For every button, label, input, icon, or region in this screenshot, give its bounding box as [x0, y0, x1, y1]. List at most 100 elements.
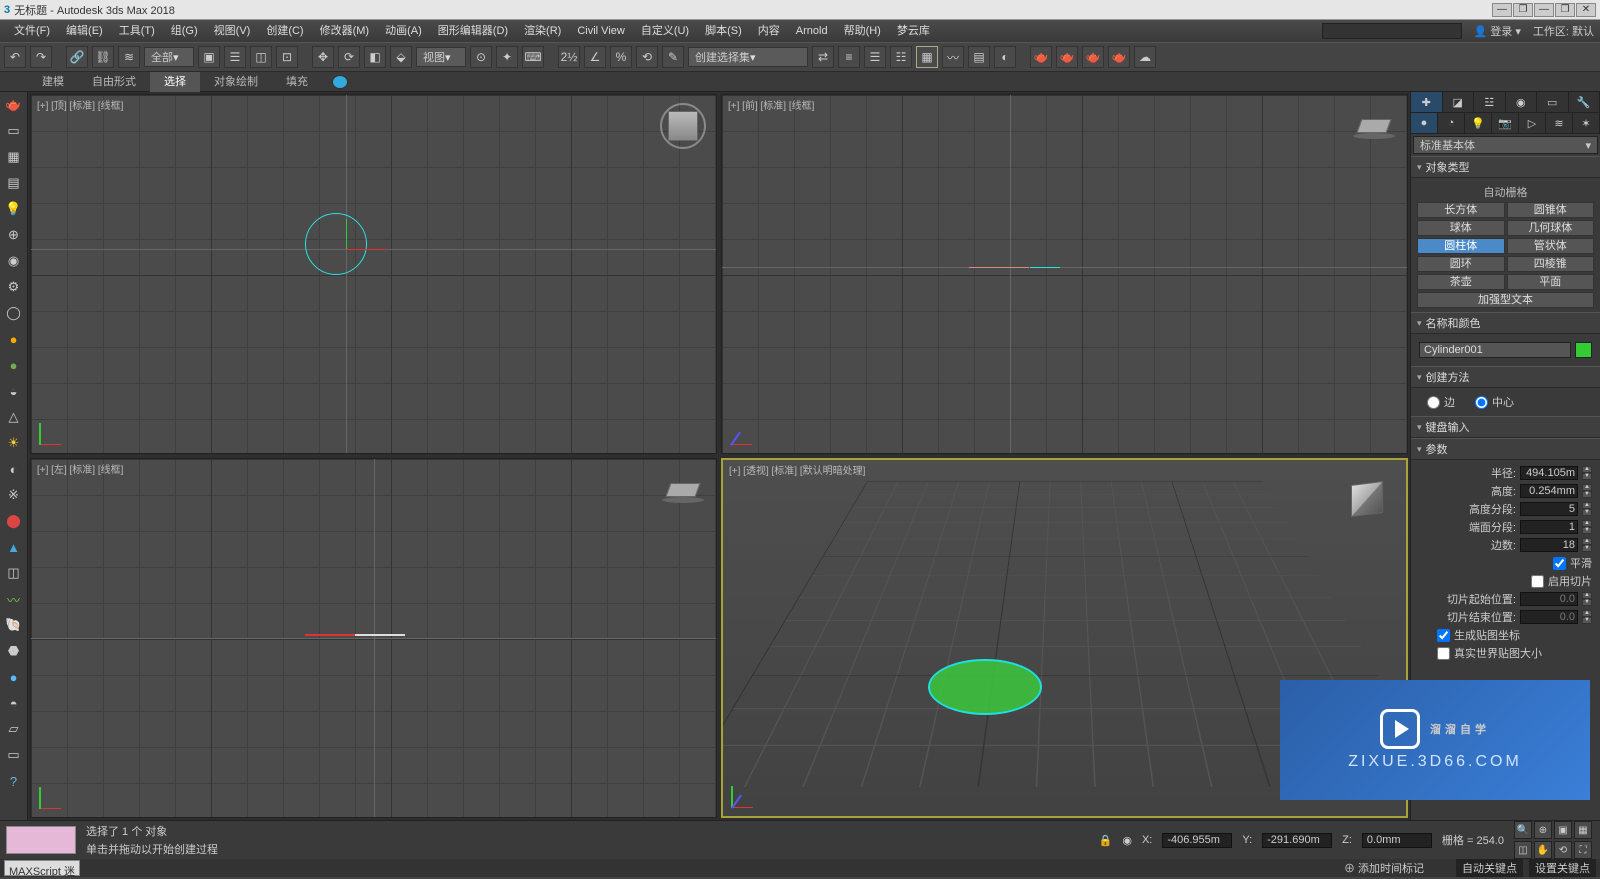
left-tool-26[interactable]: ▭ [3, 744, 25, 766]
left-tool-25[interactable]: ▱ [3, 718, 25, 740]
percent-snap-button[interactable]: % [610, 46, 632, 68]
select-rotate-button[interactable]: ⟳ [338, 46, 360, 68]
geometry-category-dropdown[interactable]: 标准基本体▾ [1413, 136, 1598, 154]
left-tool-09[interactable]: ◯ [3, 302, 25, 324]
nav-zoom-extents[interactable]: ▣ [1554, 821, 1572, 839]
left-tool-24[interactable]: ◓ [3, 692, 25, 714]
redo-button[interactable]: ↷ [30, 46, 52, 68]
spin-down-icon[interactable]: ▼ [1582, 473, 1592, 480]
ref-coord-dropdown[interactable]: 视图 ▾ [416, 47, 466, 67]
angle-snap-button[interactable]: ∠ [584, 46, 606, 68]
spin-up-icon[interactable]: ▲ [1582, 538, 1592, 545]
method-center-radio[interactable]: 中心 [1475, 394, 1514, 410]
nav-orbit[interactable]: ⟲ [1554, 841, 1572, 859]
addtime-tag-button[interactable]: ⊕ 添加时间标记 [1344, 860, 1424, 876]
spin-up-icon[interactable]: ▲ [1582, 520, 1592, 527]
search-input[interactable] [1322, 23, 1462, 39]
ribbon-tab-populate[interactable]: 填充 [272, 72, 322, 92]
viewport-persp-label[interactable]: [+] [透视] [标准] [默认明暗处理] [729, 462, 865, 477]
subcat-cameras[interactable]: 📷 [1492, 113, 1519, 133]
mdi-minimize-button[interactable]: — [1534, 3, 1554, 17]
nav-fov[interactable]: ◫ [1514, 841, 1532, 859]
mdi-restore-button[interactable]: ❐ [1555, 3, 1575, 17]
menu-grapheditors[interactable]: 图形编辑器(D) [430, 20, 516, 42]
rollout-parameters[interactable]: 参数 [1411, 439, 1600, 460]
menu-scripting[interactable]: 脚本(S) [697, 20, 750, 42]
left-tool-18[interactable]: ▲ [3, 536, 25, 558]
param-slice-checkbox[interactable] [1531, 575, 1544, 588]
prim-cone[interactable]: 圆锥体 [1507, 202, 1595, 218]
render-setup-button[interactable]: 🫖 [1030, 46, 1052, 68]
render-in-cloud-button[interactable]: ☁ [1134, 46, 1156, 68]
window-crossing-button[interactable]: ⊡ [276, 46, 298, 68]
left-tool-13[interactable]: △ [3, 406, 25, 428]
viewcube-persp[interactable] [1342, 474, 1392, 524]
left-tool-15[interactable]: ◐ [3, 458, 25, 480]
select-place-button[interactable]: ⬙ [390, 46, 412, 68]
rollout-creation-method[interactable]: 创建方法 [1411, 367, 1600, 388]
subcat-systems[interactable]: ✶ [1573, 113, 1600, 133]
param-radius-input[interactable]: 494.105m [1520, 466, 1578, 480]
nav-maximize[interactable]: ⛶ [1574, 841, 1592, 859]
named-sel-dropdown[interactable]: 创建选择集 ▾ [688, 47, 808, 67]
cmd-tab-display[interactable]: ▭ [1537, 92, 1569, 112]
left-tool-07[interactable]: ◉ [3, 250, 25, 272]
menu-file[interactable]: 文件(F) [6, 20, 58, 42]
left-tool-14[interactable]: ☀ [3, 432, 25, 454]
menu-help[interactable]: 帮助(H) [836, 20, 889, 42]
left-tool-03[interactable]: ▦ [3, 146, 25, 168]
left-tool-06[interactable]: ⊕ [3, 224, 25, 246]
maxscript-listener[interactable]: MAXScript 迷 [4, 860, 80, 876]
menu-edit[interactable]: 编辑(E) [58, 20, 111, 42]
menu-rendering[interactable]: 渲染(R) [516, 20, 569, 42]
snaps-2d-button[interactable]: 2½ [558, 46, 580, 68]
select-scale-button[interactable]: ◧ [364, 46, 386, 68]
align-button[interactable]: ≡ [838, 46, 860, 68]
spin-up-icon[interactable]: ▲ [1582, 502, 1592, 509]
viewport-front[interactable]: [+] [前] [标准] [线框] [721, 94, 1408, 454]
prim-teapot[interactable]: 茶壶 [1417, 274, 1505, 290]
render-production-button[interactable]: 🫖 [1082, 46, 1104, 68]
menu-civilview[interactable]: Civil View [569, 20, 632, 42]
object-top-circle[interactable] [305, 213, 367, 275]
prim-tube[interactable]: 管状体 [1507, 238, 1595, 254]
nav-zoom-extents-all[interactable]: ▦ [1574, 821, 1592, 839]
unlink-button[interactable]: ⛓ [92, 46, 114, 68]
nav-pan[interactable]: ✋ [1534, 841, 1552, 859]
use-pivot-button[interactable]: ⊙ [470, 46, 492, 68]
prim-pyramid[interactable]: 四棱锥 [1507, 256, 1595, 272]
link-button[interactable]: 🔗 [66, 46, 88, 68]
menu-views[interactable]: 视图(V) [206, 20, 259, 42]
left-tool-02[interactable]: ▭ [3, 120, 25, 142]
param-smooth-checkbox[interactable] [1553, 557, 1566, 570]
left-tool-01[interactable]: 🫖 [3, 94, 25, 116]
object-persp-cylinder[interactable] [928, 659, 1042, 715]
edit-named-sel-button[interactable]: ✎ [662, 46, 684, 68]
method-edge-radio[interactable]: 边 [1427, 394, 1455, 410]
autogrid-checkbox[interactable]: 自动栅格 [1417, 182, 1594, 202]
spin-down-icon[interactable]: ▼ [1582, 527, 1592, 534]
menu-group[interactable]: 组(G) [163, 20, 206, 42]
viewcube-left[interactable] [660, 467, 706, 513]
ribbon-toggle-icon[interactable] [332, 75, 348, 89]
left-tool-help[interactable]: ? [3, 770, 25, 792]
minimize-button[interactable]: — [1492, 3, 1512, 17]
render-frame-button[interactable]: 🫖 [1056, 46, 1078, 68]
ribbon-tab-objectpaint[interactable]: 对象绘制 [200, 72, 272, 92]
param-cseg-input[interactable]: 1 [1520, 520, 1578, 534]
menu-customize[interactable]: 自定义(U) [633, 20, 697, 42]
spin-up-icon[interactable]: ▲ [1582, 484, 1592, 491]
prim-geosphere[interactable]: 几何球体 [1507, 220, 1595, 236]
bind-button[interactable]: ≋ [118, 46, 140, 68]
selection-filter-dropdown[interactable]: 全部 ▾ [144, 47, 194, 67]
object-name-input[interactable] [1419, 342, 1571, 358]
subcat-spacewarps[interactable]: ≋ [1546, 113, 1573, 133]
autokey-button[interactable]: 自动关键点 [1456, 859, 1523, 877]
mirror-button[interactable]: ⇄ [812, 46, 834, 68]
viewport-left[interactable]: [+] [左] [标准] [线框] [30, 458, 717, 818]
object-color-swatch[interactable] [1575, 342, 1592, 358]
layer-button[interactable]: ☰ [864, 46, 886, 68]
render-iterative-button[interactable]: 🫖 [1108, 46, 1130, 68]
menu-arnold[interactable]: Arnold [788, 20, 836, 42]
viewport-top-label[interactable]: [+] [顶] [标准] [线框] [37, 97, 123, 112]
